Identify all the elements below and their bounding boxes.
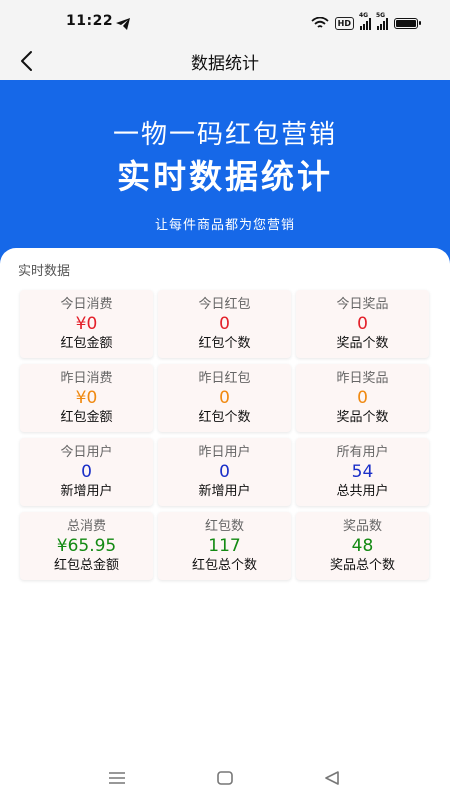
home-icon[interactable] — [216, 770, 234, 789]
stat-value: 117 — [208, 535, 241, 556]
stat-desc: 奖品个数 — [336, 409, 389, 425]
stat-desc: 红包个数 — [198, 409, 251, 425]
stat-card-total-prize: 奖品数 48 奖品总个数 — [296, 512, 429, 580]
status-bar: 11:22 HD 4G 5G — [0, 0, 450, 42]
stat-label: 所有用户 — [336, 444, 389, 460]
signal-label: 5G — [376, 11, 386, 19]
stat-card-today-users: 今日用户 0 新增用户 — [20, 438, 153, 506]
stat-card-total-redpacket: 红包数 117 红包总个数 — [158, 512, 291, 580]
stat-value: 54 — [351, 461, 374, 482]
stat-label: 奖品数 — [342, 518, 382, 534]
stats-grid: 今日消费 ¥0 红包金额 今日红包 0 红包个数 今日奖品 0 奖品个数 昨日消… — [20, 290, 430, 580]
stat-value: 0 — [219, 313, 230, 334]
stats-panel: 实时数据 今日消费 ¥0 红包金额 今日红包 0 红包个数 今日奖品 0 奖品个… — [0, 248, 450, 758]
battery-icon — [394, 18, 421, 29]
back-triangle-icon[interactable] — [324, 770, 340, 789]
cell-signal-icon: 5G — [376, 12, 388, 30]
stat-value: 0 — [81, 461, 92, 482]
hd-badge: HD — [334, 17, 354, 30]
stat-label: 红包数 — [204, 518, 244, 534]
stat-card-yesterday-prize: 昨日奖品 0 奖品个数 — [296, 364, 429, 432]
menu-icon[interactable] — [108, 770, 126, 789]
stat-card-yesterday-spend: 昨日消费 ¥0 红包金额 — [20, 364, 153, 432]
stat-value: ¥0 — [75, 313, 98, 334]
wifi-icon — [311, 14, 329, 33]
stat-label: 昨日消费 — [60, 370, 113, 386]
stat-label: 今日红包 — [198, 296, 251, 312]
stat-label: 昨日用户 — [198, 444, 251, 460]
stat-desc: 新增用户 — [198, 483, 251, 499]
stat-label: 今日奖品 — [336, 296, 389, 312]
banner-title: 实时数据统计 — [117, 157, 333, 196]
stat-label: 今日消费 — [60, 296, 113, 312]
stat-card-today-prize: 今日奖品 0 奖品个数 — [296, 290, 429, 358]
stat-card-total-spend: 总消费 ¥65.95 红包总金额 — [20, 512, 153, 580]
hero-banner: 一物一码红包营销 实时数据统计 让每件商品都为您营销 — [0, 80, 450, 270]
stat-value: 0 — [357, 387, 368, 408]
stat-card-today-spend: 今日消费 ¥0 红包金额 — [20, 290, 153, 358]
stat-card-yesterday-users: 昨日用户 0 新增用户 — [158, 438, 291, 506]
stat-desc: 奖品总个数 — [329, 557, 395, 573]
stat-value: 0 — [219, 461, 230, 482]
stat-desc: 红包金额 — [60, 335, 113, 351]
stat-desc: 总共用户 — [336, 483, 389, 499]
stat-label: 总消费 — [66, 518, 106, 534]
status-time: 11:22 — [66, 13, 114, 29]
stat-label: 昨日奖品 — [336, 370, 389, 386]
stat-value: ¥0 — [75, 387, 98, 408]
send-icon — [116, 15, 130, 34]
status-icons: HD 4G 5G — [311, 12, 421, 33]
page-title: 数据统计 — [191, 54, 259, 74]
stat-value: 0 — [219, 387, 230, 408]
stat-label: 今日用户 — [60, 444, 113, 460]
stat-label: 昨日红包 — [198, 370, 251, 386]
stat-desc: 红包个数 — [198, 335, 251, 351]
stat-desc: 新增用户 — [60, 483, 113, 499]
stat-desc: 红包金额 — [60, 409, 113, 425]
stat-card-today-redpacket: 今日红包 0 红包个数 — [158, 290, 291, 358]
stat-value: ¥65.95 — [56, 535, 117, 556]
stat-card-all-users: 所有用户 54 总共用户 — [296, 438, 429, 506]
stat-desc: 红包总个数 — [191, 557, 257, 573]
stat-desc: 奖品个数 — [336, 335, 389, 351]
stat-value: 48 — [351, 535, 374, 556]
banner-subtitle: 让每件商品都为您营销 — [154, 218, 295, 233]
stat-value: 0 — [357, 313, 368, 334]
stat-card-yesterday-redpacket: 昨日红包 0 红包个数 — [158, 364, 291, 432]
cell-signal-icon: 4G — [359, 12, 371, 30]
section-title: 实时数据 — [18, 264, 71, 279]
stat-desc: 红包总金额 — [53, 557, 119, 573]
signal-label: 4G — [359, 11, 369, 19]
title-bar: 数据统计 — [0, 42, 450, 80]
system-nav-bar — [0, 758, 450, 800]
banner-headline: 一物一码红包营销 — [112, 120, 337, 150]
